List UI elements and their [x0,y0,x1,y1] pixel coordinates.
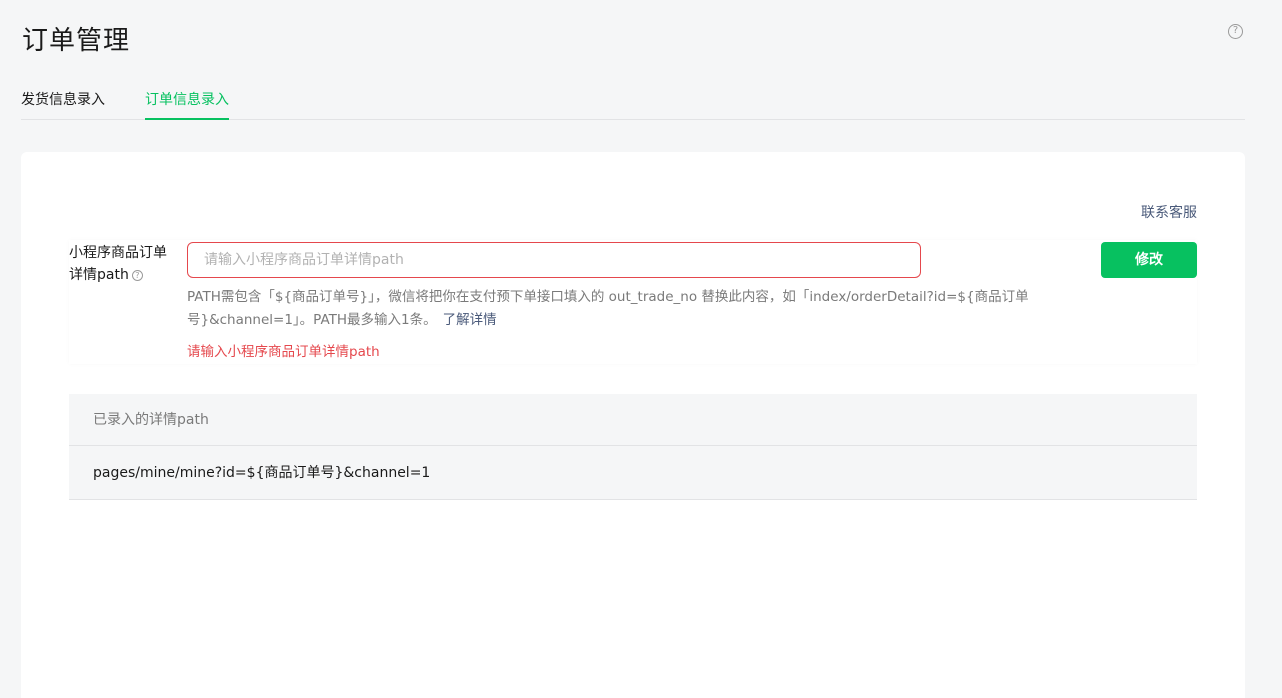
list-header: 已录入的详情path [69,394,1197,446]
path-form: 小程序商品订单 详情path? 修改 PATH需包含「${商品订单号}」，微信将… [69,240,1197,364]
path-field-label: 小程序商品订单 详情path? [69,242,179,286]
page-title: 订单管理 [22,26,131,56]
tab-shipping-info-entry[interactable]: 发货信息录入 [21,89,105,120]
tab-order-info-entry[interactable]: 订单信息录入 [145,89,229,120]
path-field-label-line1: 小程序商品订单 [69,245,167,261]
page: 订单管理 ? 发货信息录入 订单信息录入 联系客服 小程序商品订单 详情path… [0,0,1282,698]
path-hint: PATH需包含「${商品订单号}」，微信将把你在支付预下单接口填入的 out_t… [187,286,1067,332]
modify-button[interactable]: 修改 [1101,242,1197,278]
path-input[interactable] [187,242,921,278]
path-hint-text: PATH需包含「${商品订单号}」，微信将把你在支付预下单接口填入的 out_t… [187,289,1029,328]
learn-more-link[interactable]: 了解详情 [443,312,497,328]
content-card: 联系客服 小程序商品订单 详情path? 修改 PATH需包含「${商品订单号}… [21,152,1245,698]
entered-path-list: 已录入的详情path pages/mine/mine?id=${商品订单号}&c… [69,394,1197,500]
path-field-label-line2: 详情path [69,267,129,283]
tab-bar: 发货信息录入 订单信息录入 [21,80,1245,120]
list-item: pages/mine/mine?id=${商品订单号}&channel=1 [69,446,1197,500]
contact-support-link[interactable]: 联系客服 [1141,202,1197,222]
question-circle-icon[interactable]: ? [1228,24,1243,39]
question-circle-icon[interactable]: ? [131,270,143,281]
path-error-message: 请输入小程序商品订单详情path [187,344,380,360]
